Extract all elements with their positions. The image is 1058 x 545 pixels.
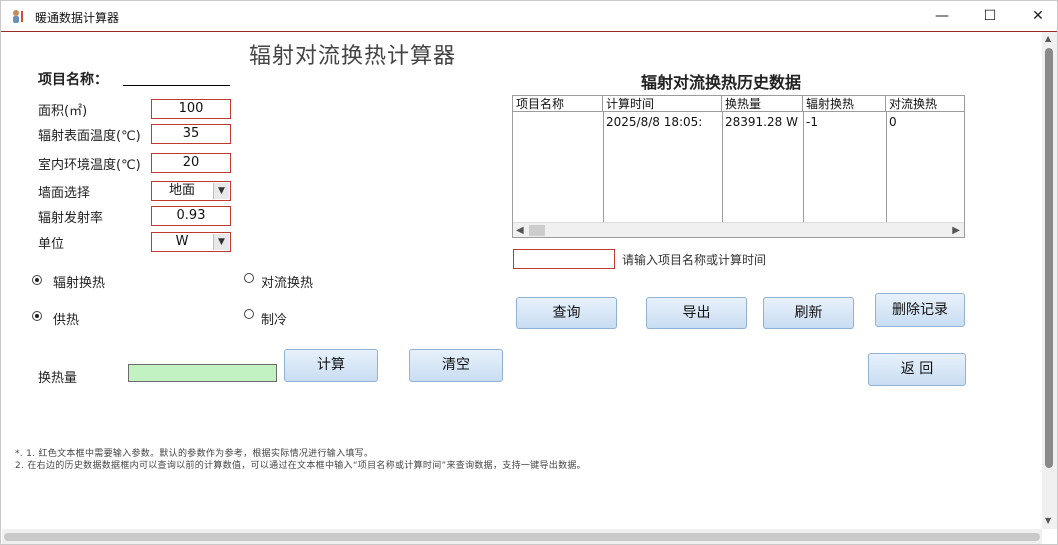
heating-radio[interactable] [32,311,42,321]
chevron-up-icon[interactable]: ▲ [1045,34,1051,43]
convection-radio[interactable] [244,273,254,283]
chevron-right-icon[interactable]: ▶ [952,223,960,237]
app-icon [13,10,23,23]
close-icon[interactable]: ✕ [1015,1,1058,31]
table-horizontal-scrollbar[interactable]: ◀ ▶ [513,222,964,237]
radiation-radio[interactable] [32,275,42,285]
convection-radio-label[interactable]: 对流换热 [261,272,313,291]
maximize-icon[interactable]: ☐ [967,1,1013,31]
surface-temp-label: 辐射表面温度(℃) [38,129,141,144]
horizontal-scrollbar[interactable] [2,529,1042,544]
window-title: 暖通数据计算器 [35,11,120,25]
cooling-radio-label[interactable]: 制冷 [261,309,287,328]
column-header[interactable]: 计算时间 [603,96,722,112]
calculate-button[interactable]: 计算 [284,349,378,382]
chevron-left-icon[interactable]: ◀ [516,223,524,237]
scrollbar-thumb[interactable] [4,533,1040,541]
chevron-down-icon[interactable]: ▼ [1045,516,1051,525]
delete-record-button[interactable]: 删除记录 [875,293,965,327]
area-label: 面积(㎡) [38,104,88,119]
result-label: 换热量 [38,371,78,386]
back-button[interactable]: 返 回 [868,353,966,386]
column-header[interactable]: 项目名称 [513,96,603,112]
search-input[interactable] [513,249,615,269]
result-output [128,364,277,382]
export-button[interactable]: 导出 [646,297,747,329]
cooling-radio[interactable] [244,309,254,319]
project-name-label: 项目名称： [38,72,108,88]
page-title: 辐射对流换热计算器 [249,44,457,69]
vertical-scrollbar[interactable]: ▲ ▼ [1042,32,1057,529]
chevron-down-icon[interactable]: ▼ [213,234,229,250]
emissivity-label: 辐射发射率 [38,211,104,226]
radiation-radio-label[interactable]: 辐射换热 [53,272,105,291]
table-cell[interactable]: 0 [886,114,964,130]
column-header[interactable]: 辐射换热 [803,96,886,112]
refresh-button[interactable]: 刷新 [763,297,854,329]
unit-select-value: W [175,234,189,249]
table-cell[interactable]: 28391.28 W [722,114,803,130]
note-line-2: 2. 在右边的历史数据数据框内可以查询以前的计算数值，可以通过在文本框中输入“项… [15,461,586,471]
scrollbar-thumb[interactable] [1045,48,1053,468]
title-bar: 暖通数据计算器 — ☐ ✕ [1,1,1057,32]
indoor-temp-input[interactable]: 20 [151,153,231,173]
surface-temp-input[interactable]: 35 [151,124,231,144]
query-button[interactable]: 查询 [516,297,617,329]
wall-select-label: 墙面选择 [38,186,91,201]
search-hint: 请输入项目名称或计算时间 [622,253,767,267]
area-input[interactable]: 100 [151,99,231,119]
minimize-icon[interactable]: — [919,1,965,31]
table-cell[interactable]: 2025/8/8 18:05: [603,114,722,130]
scrollbar-thumb[interactable] [529,225,545,236]
column-header[interactable]: 换热量 [722,96,803,112]
column-header[interactable]: 对流换热 [886,96,964,112]
history-title: 辐射对流换热历史数据 [641,73,802,92]
unit-select[interactable]: W ▼ [151,232,231,252]
wall-select-value: 地面 [168,183,195,198]
history-table[interactable]: 项目名称 计算时间 换热量 辐射换热 对流换热 2025/8/8 18:05: … [512,95,965,238]
wall-select[interactable]: 地面 ▼ [151,181,231,201]
indoor-temp-label: 室内环境温度(℃) [38,158,141,173]
emissivity-input[interactable]: 0.93 [151,206,231,226]
heating-radio-label[interactable]: 供热 [53,309,79,328]
app-window: 暖通数据计算器 — ☐ ✕ 辐射对流换热计算器 项目名称： 面积(㎡) 100 … [0,0,1058,545]
clear-button[interactable]: 清空 [409,349,503,382]
unit-label: 单位 [38,237,65,252]
chevron-down-icon[interactable]: ▼ [213,183,229,199]
table-cell[interactable]: -1 [803,114,886,130]
project-name-input[interactable] [123,84,230,86]
